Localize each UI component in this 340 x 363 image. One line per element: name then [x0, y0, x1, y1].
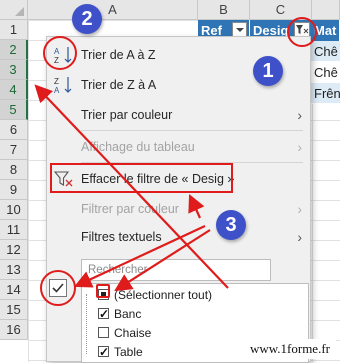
checkbox-unchecked[interactable]: [98, 327, 109, 338]
column-header-d[interactable]: [312, 0, 340, 20]
row-header-3[interactable]: 3: [0, 60, 28, 80]
chevron-right-icon: ›: [297, 139, 302, 155]
list-item-label: (Sélectionner tout): [114, 288, 213, 302]
menu-item-label: Affichage du tableau: [81, 140, 195, 154]
row-header-4[interactable]: 4: [0, 80, 28, 100]
menu-item-label: Trier de Z à A: [81, 78, 157, 92]
menu-item-clear-filter[interactable]: Effacer le filtre de « Desig »: [47, 165, 310, 193]
list-item-label: Chaise: [114, 326, 152, 340]
chevron-right-icon: ›: [297, 229, 302, 245]
menu-item-sort-by-color[interactable]: Trier par couleur ›: [47, 101, 310, 129]
autofilter-menu: A Z Trier de A à Z Z A Trier de Z à A Tr…: [46, 36, 311, 363]
list-item-label: Table: [114, 345, 143, 359]
row-header-1[interactable]: 1: [0, 20, 28, 40]
checkbox-mixed[interactable]: [98, 289, 109, 300]
sort-za-icon: Z A: [53, 75, 75, 95]
row-header-11[interactable]: 11: [0, 220, 28, 240]
checkbox-checked[interactable]: [98, 305, 109, 323]
menu-item-sheet-view: Affichage du tableau ›: [47, 133, 310, 161]
svg-text:A: A: [54, 47, 60, 56]
select-all-corner[interactable]: [0, 0, 28, 20]
clear-filter-icon: [53, 169, 75, 189]
row-header-10[interactable]: 10: [0, 200, 28, 220]
menu-item-sort-za[interactable]: Z A Trier de Z à A: [47, 71, 310, 99]
menu-item-label: Filtres textuels: [81, 230, 162, 244]
sort-az-icon: A Z: [53, 45, 75, 65]
filter-active-icon: [296, 25, 309, 34]
row-header-13[interactable]: 13: [0, 260, 28, 280]
menu-item-label: Filtrer par couleur: [81, 202, 179, 216]
search-input[interactable]: Rechercher: [81, 259, 271, 281]
chevron-right-icon: ›: [297, 107, 302, 123]
tree-connector: [86, 294, 87, 354]
row-header-8[interactable]: 8: [0, 160, 28, 180]
filter-value-list[interactable]: (Sélectionner tout) Banc Chaise Table: [81, 283, 309, 363]
row-header-15[interactable]: 15: [0, 300, 28, 320]
table-cell[interactable]: Chê: [311, 62, 340, 83]
menu-item-filter-by-color: Filtrer par couleur ›: [47, 195, 310, 223]
menu-item-sort-az[interactable]: A Z Trier de A à Z: [47, 41, 310, 69]
table-header-label: Mat: [314, 23, 337, 38]
chevron-right-icon: ›: [297, 201, 302, 217]
row-header-7[interactable]: 7: [0, 140, 28, 160]
menu-item-text-filters[interactable]: Filtres textuels ›: [47, 223, 310, 251]
list-item-label: Banc: [114, 307, 142, 321]
row-header-2[interactable]: 2: [0, 40, 28, 60]
row-header-9[interactable]: 9: [0, 180, 28, 200]
row-header-12[interactable]: 12: [0, 240, 28, 260]
row-header-14[interactable]: 14: [0, 280, 28, 300]
filter-dropdown-button[interactable]: [232, 22, 247, 37]
menu-item-label: Effacer le filtre de « Desig »: [81, 172, 235, 186]
table-header-mat: Mat: [311, 20, 340, 41]
menu-item-label: Trier par couleur: [81, 108, 173, 122]
menu-item-label: Trier de A à Z: [81, 48, 156, 62]
table-cell[interactable]: Chê: [311, 41, 340, 62]
svg-text:A: A: [54, 86, 60, 95]
row-header-6[interactable]: 6: [0, 120, 28, 140]
row-header-5[interactable]: 5: [0, 100, 28, 120]
menu-separator: [81, 162, 303, 163]
row-header-16[interactable]: 16: [0, 320, 28, 340]
menu-separator: [81, 130, 303, 131]
table-cell[interactable]: Frên: [311, 83, 340, 104]
column-header-c[interactable]: C: [250, 0, 312, 20]
column-header-a[interactable]: A: [28, 0, 198, 20]
checkbox-checked[interactable]: [98, 343, 109, 361]
svg-text:Z: Z: [54, 77, 59, 86]
svg-text:Z: Z: [54, 56, 59, 65]
column-header-b[interactable]: B: [198, 0, 250, 20]
